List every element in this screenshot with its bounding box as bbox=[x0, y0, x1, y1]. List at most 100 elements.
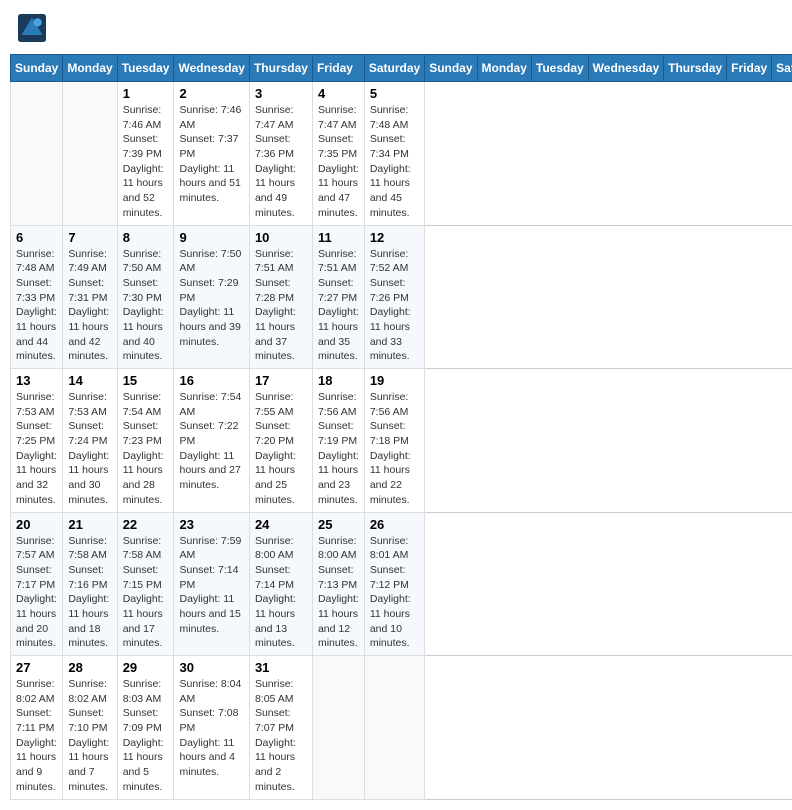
day-cell: 26 Sunrise: 8:01 AMSunset: 7:12 PMDayligh… bbox=[364, 512, 424, 656]
day-info: Sunrise: 7:46 AMSunset: 7:39 PMDaylight:… bbox=[123, 103, 169, 221]
day-info: Sunrise: 7:52 AMSunset: 7:26 PMDaylight:… bbox=[370, 247, 419, 365]
day-cell: 17 Sunrise: 7:55 AMSunset: 7:20 PMDayligh… bbox=[249, 369, 312, 513]
day-cell: 23 Sunrise: 7:59 AMSunset: 7:14 PMDayligh… bbox=[174, 512, 249, 656]
day-cell: 27 Sunrise: 8:02 AMSunset: 7:11 PMDayligh… bbox=[11, 656, 63, 800]
day-info: Sunrise: 7:48 AMSunset: 7:33 PMDaylight:… bbox=[16, 247, 57, 365]
day-cell: 19 Sunrise: 7:56 AMSunset: 7:18 PMDayligh… bbox=[364, 369, 424, 513]
day-info: Sunrise: 8:05 AMSunset: 7:07 PMDaylight:… bbox=[255, 677, 307, 795]
day-number: 9 bbox=[179, 230, 243, 245]
day-cell: 29 Sunrise: 8:03 AMSunset: 7:09 PMDayligh… bbox=[117, 656, 174, 800]
day-cell: 22 Sunrise: 7:58 AMSunset: 7:15 PMDayligh… bbox=[117, 512, 174, 656]
day-number: 14 bbox=[68, 373, 111, 388]
day-cell: 8 Sunrise: 7:50 AMSunset: 7:30 PMDaylight… bbox=[117, 225, 174, 369]
day-info: Sunrise: 7:51 AMSunset: 7:28 PMDaylight:… bbox=[255, 247, 307, 365]
col-header-tuesday: Tuesday bbox=[531, 55, 588, 82]
header-sunday: Sunday bbox=[11, 55, 63, 82]
day-number: 19 bbox=[370, 373, 419, 388]
day-cell: 25 Sunrise: 8:00 AMSunset: 7:13 PMDayligh… bbox=[312, 512, 364, 656]
day-info: Sunrise: 7:59 AMSunset: 7:14 PMDaylight:… bbox=[179, 534, 243, 637]
day-info: Sunrise: 8:01 AMSunset: 7:12 PMDaylight:… bbox=[370, 534, 419, 652]
page-header bbox=[10, 10, 782, 46]
day-cell: 13Sunrise: 7:53 AMSunset: 7:25 PMDayligh… bbox=[11, 369, 63, 513]
day-info: Sunrise: 7:58 AMSunset: 7:15 PMDaylight:… bbox=[123, 534, 169, 652]
week-row-4: 20 Sunrise: 7:57 AMSunset: 7:17 PMDayligh… bbox=[11, 512, 792, 656]
day-cell: 7 Sunrise: 7:49 AMSunset: 7:31 PMDaylight… bbox=[63, 225, 117, 369]
day-number: 26 bbox=[370, 517, 419, 532]
header-monday: Monday bbox=[63, 55, 117, 82]
day-info: Sunrise: 8:02 AMSunset: 7:10 PMDaylight:… bbox=[68, 677, 111, 795]
day-cell: 30 Sunrise: 8:04 AMSunset: 7:08 PMDayligh… bbox=[174, 656, 249, 800]
day-info: Sunrise: 8:00 AMSunset: 7:13 PMDaylight:… bbox=[318, 534, 359, 652]
day-cell: 31 Sunrise: 8:05 AMSunset: 7:07 PMDayligh… bbox=[249, 656, 312, 800]
day-info: Sunrise: 7:48 AMSunset: 7:34 PMDaylight:… bbox=[370, 103, 419, 221]
col-header-monday: Monday bbox=[477, 55, 531, 82]
day-number: 25 bbox=[318, 517, 359, 532]
day-info: Sunrise: 7:57 AMSunset: 7:17 PMDaylight:… bbox=[16, 534, 57, 652]
day-info: Sunrise: 7:50 AMSunset: 7:29 PMDaylight:… bbox=[179, 247, 243, 350]
col-header-thursday: Thursday bbox=[664, 55, 727, 82]
col-header-sunday: Sunday bbox=[425, 55, 477, 82]
calendar-table: SundayMondayTuesdayWednesdayThursdayFrid… bbox=[10, 54, 792, 800]
header-saturday: Saturday bbox=[364, 55, 424, 82]
day-info: Sunrise: 7:58 AMSunset: 7:16 PMDaylight:… bbox=[68, 534, 111, 652]
day-cell bbox=[11, 82, 63, 226]
day-number: 6 bbox=[16, 230, 57, 245]
day-cell: 10 Sunrise: 7:51 AMSunset: 7:28 PMDayligh… bbox=[249, 225, 312, 369]
day-number: 17 bbox=[255, 373, 307, 388]
day-number: 7 bbox=[68, 230, 111, 245]
day-info: Sunrise: 7:49 AMSunset: 7:31 PMDaylight:… bbox=[68, 247, 111, 365]
day-cell: 21 Sunrise: 7:58 AMSunset: 7:16 PMDayligh… bbox=[63, 512, 117, 656]
day-number: 20 bbox=[16, 517, 57, 532]
day-number: 11 bbox=[318, 230, 359, 245]
day-number: 15 bbox=[123, 373, 169, 388]
day-cell: 3 Sunrise: 7:47 AMSunset: 7:36 PMDaylight… bbox=[249, 82, 312, 226]
day-cell: 24 Sunrise: 8:00 AMSunset: 7:14 PMDayligh… bbox=[249, 512, 312, 656]
day-info: Sunrise: 7:54 AMSunset: 7:22 PMDaylight:… bbox=[179, 390, 243, 493]
day-info: Sunrise: 7:56 AMSunset: 7:19 PMDaylight:… bbox=[318, 390, 359, 508]
day-number: 18 bbox=[318, 373, 359, 388]
header-wednesday: Wednesday bbox=[174, 55, 249, 82]
day-cell bbox=[312, 656, 364, 800]
day-info: Sunrise: 7:56 AMSunset: 7:18 PMDaylight:… bbox=[370, 390, 419, 508]
day-cell bbox=[364, 656, 424, 800]
day-cell: 6 Sunrise: 7:48 AMSunset: 7:33 PMDaylight… bbox=[11, 225, 63, 369]
day-number: 1 bbox=[123, 86, 169, 101]
day-cell: 18 Sunrise: 7:56 AMSunset: 7:19 PMDayligh… bbox=[312, 369, 364, 513]
day-info: Sunrise: 7:55 AMSunset: 7:20 PMDaylight:… bbox=[255, 390, 307, 508]
day-number: 12 bbox=[370, 230, 419, 245]
day-number: 13 bbox=[16, 373, 57, 388]
day-number: 27 bbox=[16, 660, 57, 675]
calendar-header-row: SundayMondayTuesdayWednesdayThursdayFrid… bbox=[11, 55, 792, 82]
day-cell: 4Sunrise: 7:47 AMSunset: 7:35 PMDaylight… bbox=[312, 82, 364, 226]
day-number: 29 bbox=[123, 660, 169, 675]
day-info: Sunrise: 7:47 AMSunset: 7:36 PMDaylight:… bbox=[255, 103, 307, 221]
day-cell: 12 Sunrise: 7:52 AMSunset: 7:26 PMDayligh… bbox=[364, 225, 424, 369]
week-row-1: 1 Sunrise: 7:46 AMSunset: 7:39 PMDaylight… bbox=[11, 82, 792, 226]
day-number: 22 bbox=[123, 517, 169, 532]
day-number: 16 bbox=[179, 373, 243, 388]
day-cell: 14Sunrise: 7:53 AMSunset: 7:24 PMDayligh… bbox=[63, 369, 117, 513]
day-number: 24 bbox=[255, 517, 307, 532]
day-number: 10 bbox=[255, 230, 307, 245]
day-number: 31 bbox=[255, 660, 307, 675]
day-number: 30 bbox=[179, 660, 243, 675]
day-cell: 28 Sunrise: 8:02 AMSunset: 7:10 PMDayligh… bbox=[63, 656, 117, 800]
day-info: Sunrise: 8:00 AMSunset: 7:14 PMDaylight:… bbox=[255, 534, 307, 652]
col-header-saturday: Saturday bbox=[772, 55, 792, 82]
header-tuesday: Tuesday bbox=[117, 55, 174, 82]
header-friday: Friday bbox=[312, 55, 364, 82]
day-cell: 20 Sunrise: 7:57 AMSunset: 7:17 PMDayligh… bbox=[11, 512, 63, 656]
day-info: Sunrise: 8:02 AMSunset: 7:11 PMDaylight:… bbox=[16, 677, 57, 795]
day-info: Sunrise: 7:50 AMSunset: 7:30 PMDaylight:… bbox=[123, 247, 169, 365]
day-number: 21 bbox=[68, 517, 111, 532]
day-cell: 1 Sunrise: 7:46 AMSunset: 7:39 PMDaylight… bbox=[117, 82, 174, 226]
day-info: Sunrise: 8:03 AMSunset: 7:09 PMDaylight:… bbox=[123, 677, 169, 795]
day-number: 23 bbox=[179, 517, 243, 532]
day-info: Sunrise: 8:04 AMSunset: 7:08 PMDaylight:… bbox=[179, 677, 243, 780]
day-cell: 11Sunrise: 7:51 AMSunset: 7:27 PMDayligh… bbox=[312, 225, 364, 369]
col-header-friday: Friday bbox=[727, 55, 772, 82]
col-header-wednesday: Wednesday bbox=[588, 55, 663, 82]
day-number: 8 bbox=[123, 230, 169, 245]
day-number: 28 bbox=[68, 660, 111, 675]
day-number: 3 bbox=[255, 86, 307, 101]
